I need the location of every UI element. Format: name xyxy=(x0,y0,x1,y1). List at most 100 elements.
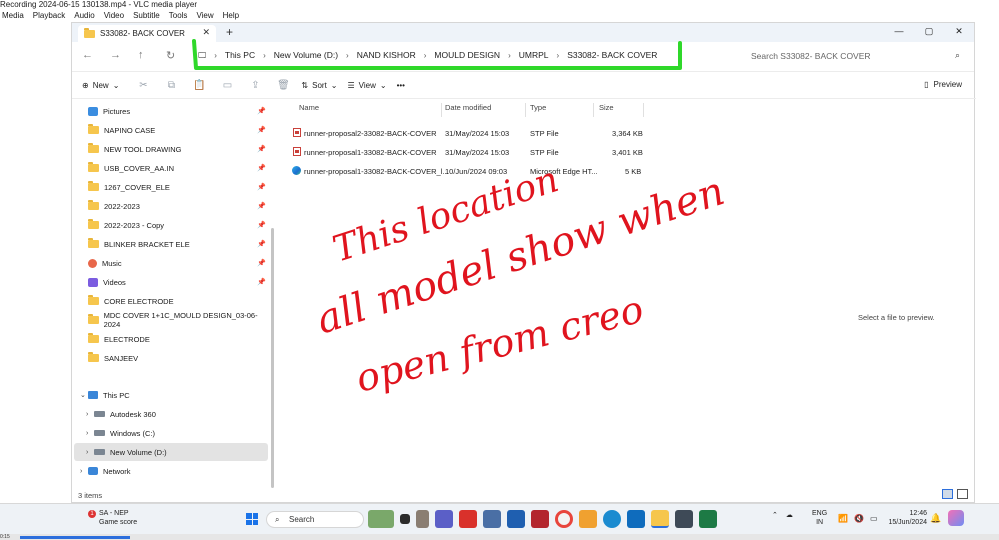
delete-icon[interactable]: 🗑 xyxy=(269,80,297,91)
table-row[interactable]: runner-proposal1-33082-BACK-COVER_l... 1… xyxy=(287,162,647,180)
sidebar-item-videos[interactable]: Videos 📌 xyxy=(88,273,268,291)
column-divider[interactable] xyxy=(593,103,594,117)
column-header-type[interactable]: Type xyxy=(530,103,546,117)
minimize-button[interactable]: — xyxy=(884,23,914,42)
column-header-size[interactable]: Size xyxy=(599,103,614,117)
share-icon[interactable]: ⇪ xyxy=(241,80,269,91)
quick-settings[interactable]: 📶 🔇 ▭ xyxy=(838,514,878,523)
breadcrumb-current[interactable]: S33082- BACK COVER xyxy=(567,50,657,60)
sidebar-item-usb-cover[interactable]: USB_COVER_AA.IN 📌 xyxy=(88,159,268,177)
sidebar-item-network[interactable]: › Network xyxy=(80,462,268,480)
task-view-icon[interactable] xyxy=(400,514,410,524)
close-tab-icon[interactable]: ✕ xyxy=(202,27,210,38)
column-divider[interactable] xyxy=(525,103,526,117)
table-row[interactable]: runner-proposal2-33082-BACK-COVER 31/May… xyxy=(287,124,647,142)
sidebar-item-mdc-cover[interactable]: MDC COVER 1+1C_MOULD DESIGN_03-06-2024 xyxy=(88,311,268,329)
store-icon[interactable] xyxy=(507,510,525,528)
breadcrumb-new-volume[interactable]: New Volume (D:) xyxy=(274,50,338,60)
rename-icon[interactable]: ▭ xyxy=(213,80,241,91)
taskbar-search-box[interactable]: ⌕ Search xyxy=(266,511,364,528)
breadcrumb-mould-design[interactable]: MOULD DESIGN xyxy=(434,50,500,60)
sidebar-scrollbar[interactable] xyxy=(271,228,274,488)
sidebar-item-2022-2023-copy[interactable]: 2022-2023 - Copy 📌 xyxy=(88,216,268,234)
sidebar-item-new-volume-d[interactable]: › New Volume (D:) xyxy=(74,443,268,461)
widgets-button[interactable]: 1 SA - NEP Game score xyxy=(88,509,137,527)
vlc-menu-subtitle[interactable]: Subtitle xyxy=(133,9,160,22)
sidebar-item-core-electrode[interactable]: CORE ELECTRODE xyxy=(88,292,268,310)
vlc-menu-video[interactable]: Video xyxy=(104,9,124,22)
sidebar-item-autodesk-360[interactable]: › Autodesk 360 xyxy=(86,405,274,423)
sidebar-item-2022-2023[interactable]: 2022-2023 📌 xyxy=(88,197,268,215)
edge-icon[interactable] xyxy=(603,510,621,528)
copilot-icon[interactable] xyxy=(948,510,964,526)
column-header-name[interactable]: Name xyxy=(299,103,319,117)
address-bar[interactable]: 🖵 › This PC › New Volume (D:) › NAND KIS… xyxy=(190,45,680,65)
column-header-date[interactable]: Date modified xyxy=(445,103,491,117)
vlc-menu-playback[interactable]: Playback xyxy=(33,9,65,22)
maximize-button[interactable]: ▢ xyxy=(914,23,944,42)
chrome-icon[interactable] xyxy=(555,510,573,528)
sidebar-item-sanjeev[interactable]: SANJEEV xyxy=(88,349,268,367)
sidebar-item-pictures[interactable]: Pictures 📌 xyxy=(88,102,268,120)
vlc-seek-bar[interactable]: 0:15 xyxy=(0,534,999,540)
sort-button[interactable]: ⇅ Sort ⌄ xyxy=(301,81,337,90)
breadcrumb-umrpl[interactable]: UMRPL xyxy=(519,50,549,60)
sidebar-item-napino-case[interactable]: NAPINO CASE 📌 xyxy=(88,121,268,139)
sidebar-item-this-pc[interactable]: ⌄ This PC xyxy=(80,386,268,404)
mail-icon[interactable] xyxy=(627,510,645,528)
new-tab-button[interactable]: + xyxy=(226,25,233,39)
vlc-menu-view[interactable]: View xyxy=(196,9,213,22)
copy-icon[interactable]: ⧉ xyxy=(157,80,185,91)
sidebar-item-new-tool-drawing[interactable]: NEW TOOL DRAWING 📌 xyxy=(88,140,268,158)
paste-icon[interactable]: 📋 xyxy=(185,80,213,91)
chevron-up-icon[interactable]: ⌃ xyxy=(772,511,778,519)
acrobat-icon[interactable] xyxy=(531,510,549,528)
column-divider[interactable] xyxy=(643,103,644,117)
back-arrow-icon[interactable]: ← xyxy=(82,49,93,61)
sidebar-item-blinker-bracket[interactable]: BLINKER BRACKET ELE 📌 xyxy=(88,235,268,253)
calculator-icon[interactable] xyxy=(483,510,501,528)
tab-current-folder[interactable]: S33082- BACK COVER ✕ xyxy=(78,25,216,42)
sidebar-item-electrode[interactable]: ELECTRODE xyxy=(88,330,268,348)
chevron-right-icon[interactable]: › xyxy=(86,430,88,437)
tiles-view-icon[interactable] xyxy=(957,489,968,499)
file-explorer-icon[interactable] xyxy=(651,510,669,528)
vlc-menu-help[interactable]: Help xyxy=(223,9,239,22)
file-cabinet-icon[interactable] xyxy=(416,510,429,528)
sidebar-item-1267-cover[interactable]: 1267_COVER_ELE 📌 xyxy=(88,178,268,196)
onedrive-icon[interactable]: ☁ xyxy=(786,511,793,519)
input-language-indicator[interactable]: ENG IN xyxy=(812,509,827,527)
chevron-right-icon[interactable]: › xyxy=(86,449,88,456)
breadcrumb-this-pc[interactable]: This PC xyxy=(225,50,255,60)
vlc-menu-audio[interactable]: Audio xyxy=(74,9,94,22)
sidebar-item-windows-c[interactable]: › Windows (C:) xyxy=(86,424,274,442)
search-input[interactable]: Search S33082- BACK COVER ⌕ xyxy=(744,47,968,65)
notification-bell-icon[interactable]: 🔔 xyxy=(930,513,941,524)
outlook-express-icon[interactable] xyxy=(579,510,597,528)
refresh-icon[interactable]: ↻ xyxy=(166,49,175,62)
column-divider[interactable] xyxy=(441,103,442,117)
table-row[interactable]: runner-proposal1-33082-BACK-COVER 31/May… xyxy=(287,143,647,161)
landmark-widget-icon[interactable] xyxy=(368,510,394,528)
windows-start-icon[interactable] xyxy=(246,513,258,525)
close-window-button[interactable]: ✕ xyxy=(944,23,974,42)
new-button[interactable]: ⊕ New ⌄ xyxy=(82,81,119,90)
anydesk-icon[interactable] xyxy=(459,510,477,528)
forward-arrow-icon[interactable]: → xyxy=(110,49,121,61)
breadcrumb-nand-kishor[interactable]: NAND KISHOR xyxy=(357,50,416,60)
teams-icon[interactable] xyxy=(435,510,453,528)
taskbar-clock[interactable]: 12:46 15/Jun/2024 xyxy=(883,509,927,527)
vlc-menu-tools[interactable]: Tools xyxy=(169,9,188,22)
more-options-button[interactable]: ••• xyxy=(397,81,405,90)
vlc-menu-media[interactable]: Media xyxy=(2,9,24,22)
chevron-right-icon[interactable]: › xyxy=(80,468,82,475)
excel-icon[interactable] xyxy=(699,510,717,528)
details-view-icon[interactable] xyxy=(942,489,953,499)
up-arrow-icon[interactable]: ↑ xyxy=(138,49,144,61)
cut-icon[interactable]: ✂ xyxy=(129,80,157,91)
preview-button[interactable]: ▯ Preview xyxy=(924,80,962,89)
sidebar-item-music[interactable]: Music 📌 xyxy=(88,254,268,272)
chevron-right-icon[interactable]: › xyxy=(86,411,88,418)
view-button[interactable]: ☰ View ⌄ xyxy=(348,81,387,90)
creo-icon[interactable] xyxy=(675,510,693,528)
